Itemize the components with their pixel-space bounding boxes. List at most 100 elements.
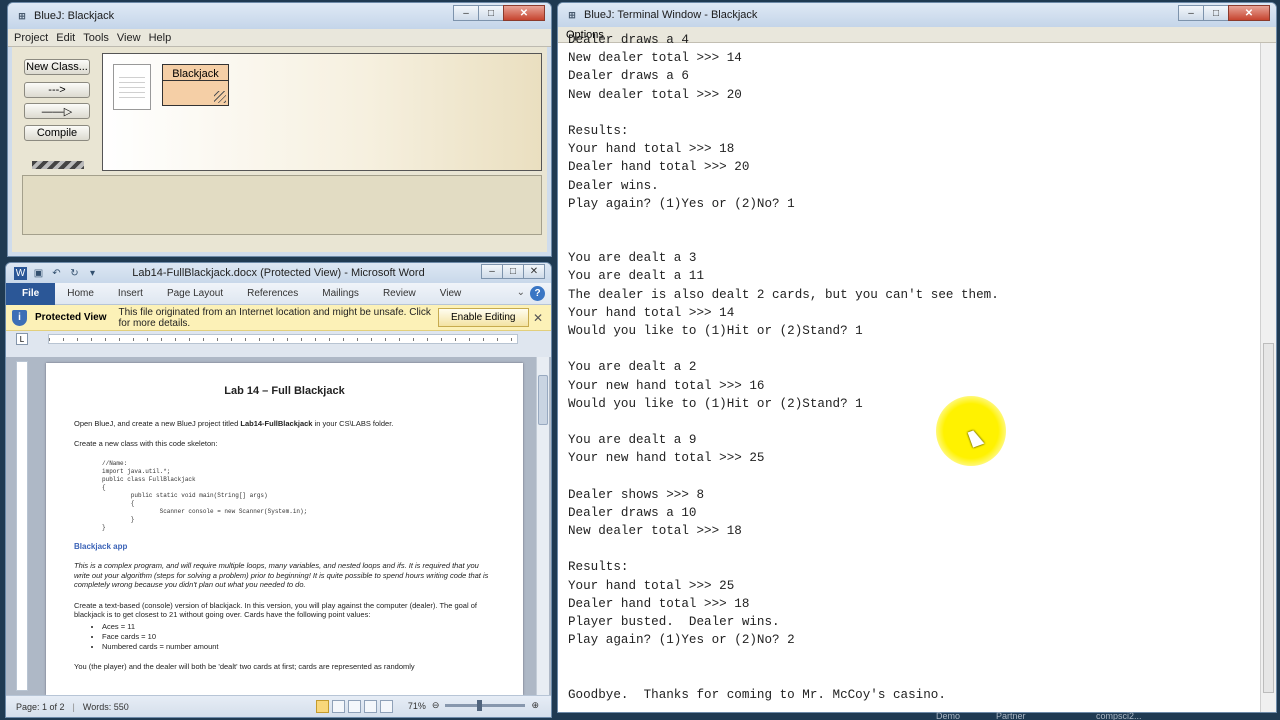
vertical-ruler[interactable] [16,361,28,691]
menu-tools[interactable]: Tools [83,32,109,44]
zoom-slider[interactable] [445,700,526,711]
qat-dropdown-icon[interactable]: ▾ [86,267,99,280]
readme-file-icon[interactable] [113,64,151,110]
terminal-line: Player busted. Dealer wins. [568,615,780,629]
print-layout-icon[interactable] [316,700,329,713]
terminal-scrollbar[interactable] [1260,43,1276,712]
bluej-app-icon: ⊞ [18,10,26,21]
uses-arrow-button[interactable]: ---> [24,82,90,98]
terminal-line: Your hand total >>> 14 [568,305,735,320]
word-statusbar: Page: 1 of 2 | Words: 550 71% ⊖ ⊕ [6,695,551,717]
close-button[interactable]: ✕ [503,5,545,21]
terminal-line: New dealer total >>> 14 [568,51,742,66]
object-bench[interactable] [22,175,542,235]
taskbar-item-compsci[interactable]: compsci2... [1096,711,1142,720]
menu-view[interactable]: View [117,32,141,44]
menu-help[interactable]: Help [149,32,172,44]
protected-view-bar: i Protected View This file originated fr… [6,305,551,331]
bluej-titlebar[interactable]: ⊞ BlueJ: Blackjack – □ ✕ [8,3,551,29]
tab-review[interactable]: Review [371,288,428,299]
tab-mailings[interactable]: Mailings [310,288,371,299]
taskbar-item-demo[interactable]: Demo [936,711,960,720]
enable-editing-button[interactable]: Enable Editing [438,308,529,327]
dealing-paragraph: You (the player) and the dealer will bot… [74,661,415,671]
horizontal-ruler[interactable] [48,334,518,344]
terminal-line: Your new hand total >>> 16 [568,378,765,393]
ribbon-collapse-icon[interactable]: ⌄ [517,287,525,298]
bluej-workspace: New Class... ---> ——▷ Compile Blackjack [12,47,547,252]
document-scrollbar[interactable] [536,357,549,695]
terminal-line: You are dealt a 3 [568,251,697,266]
word-maximize-button[interactable]: □ [502,264,524,279]
undo-icon[interactable]: ↶ [50,267,63,280]
section-heading: Blackjack app [74,541,128,551]
tab-home[interactable]: Home [55,288,106,299]
menu-project[interactable]: Project [14,32,48,44]
document-area: Lab 14 – Full Blackjack Open BlueJ, and … [6,357,551,695]
zoom-level[interactable]: 71% [408,701,426,711]
intro-paragraph: Open BlueJ, and create a new BlueJ proje… [74,418,394,428]
terminal-line: Your new hand total >>> 25 [568,451,765,466]
machine-status-indicator [32,161,84,169]
description-paragraph: Create a text-based (console) version of… [74,600,477,620]
outline-icon[interactable] [364,700,377,713]
word-count[interactable]: Words: 550 [83,702,129,712]
word-titlebar[interactable]: W ▣ ↶ ↻ ▾ Lab14-FullBlackjack.docx (Prot… [6,263,551,283]
document-page[interactable]: Lab 14 – Full Blackjack Open BlueJ, and … [46,363,523,695]
compile-button[interactable]: Compile [24,125,90,141]
menu-edit[interactable]: Edit [56,32,75,44]
class-blackjack[interactable]: Blackjack [162,64,229,106]
horizontal-ruler-row: L [6,331,551,347]
web-layout-icon[interactable] [348,700,361,713]
quick-access-toolbar: W ▣ ↶ ↻ ▾ [14,266,104,280]
terminal-line: Play again? (1)Yes or (2)No? 1 [568,196,795,211]
document-title: Lab 14 – Full Blackjack [224,385,345,397]
class-diagram-canvas[interactable]: Blackjack [102,53,542,171]
tab-view[interactable]: View [428,288,474,299]
new-class-button[interactable]: New Class... [24,59,90,75]
protected-view-label: Protected View [35,312,107,323]
word-minimize-button[interactable]: – [481,264,503,279]
tab-file[interactable]: File [6,282,56,305]
list-item: Numbered cards = number amount [102,642,495,652]
zoom-out-icon[interactable]: ⊖ [432,700,440,711]
tab-selector-button[interactable]: L [16,333,28,345]
tab-insert[interactable]: Insert [106,288,155,299]
bluej-main-window: ⊞ BlueJ: Blackjack – □ ✕ Project Edit To… [7,2,552,257]
zoom-in-icon[interactable]: ⊕ [531,700,539,711]
close-bar-icon[interactable]: ✕ [533,311,543,325]
terminal-window-title: BlueJ: Terminal Window - Blackjack [584,9,758,21]
terminal-scroll-thumb[interactable] [1263,343,1274,693]
taskbar-item-partner[interactable]: Partner [996,711,1026,720]
terminal-line: Your hand total >>> 18 [568,142,735,157]
help-icon[interactable]: ? [530,286,545,301]
redo-icon[interactable]: ↻ [68,267,81,280]
zoom-control: 71% ⊖ ⊕ [408,700,539,711]
terminal-close-button[interactable]: ✕ [1228,5,1270,21]
draft-icon[interactable] [380,700,393,713]
inherits-arrow-button[interactable]: ——▷ [24,103,90,119]
minimize-button[interactable]: – [453,5,479,21]
page-count[interactable]: Page: 1 of 2 [16,702,65,712]
terminal-titlebar[interactable]: ⊞ BlueJ: Terminal Window - Blackjack – □… [558,3,1276,27]
terminal-minimize-button[interactable]: – [1178,5,1204,21]
word-close-button[interactable]: ✕ [523,264,545,279]
zoom-slider-knob[interactable] [477,700,483,711]
terminal-output[interactable]: Dealer draws a 4 New dealer total >>> 14 D… [558,31,1260,712]
terminal-line: Dealer draws a 6 [568,69,689,84]
full-screen-reading-icon[interactable] [332,700,345,713]
terminal-maximize-button[interactable]: □ [1203,5,1229,21]
terminal-line: Results: [568,560,629,575]
tab-page-layout[interactable]: Page Layout [155,288,235,299]
terminal-line: You are dealt a 9 [568,433,697,448]
maximize-button[interactable]: □ [478,5,504,21]
word-app-icon: W [14,266,27,280]
tab-references[interactable]: References [235,288,310,299]
terminal-line: Dealer draws a 10 [568,505,697,520]
terminal-line: Dealer hand total >>> 18 [568,596,750,611]
save-icon[interactable]: ▣ [32,267,45,280]
protected-view-message[interactable]: This file originated from an Internet lo… [119,307,434,329]
scroll-thumb[interactable] [538,375,548,425]
